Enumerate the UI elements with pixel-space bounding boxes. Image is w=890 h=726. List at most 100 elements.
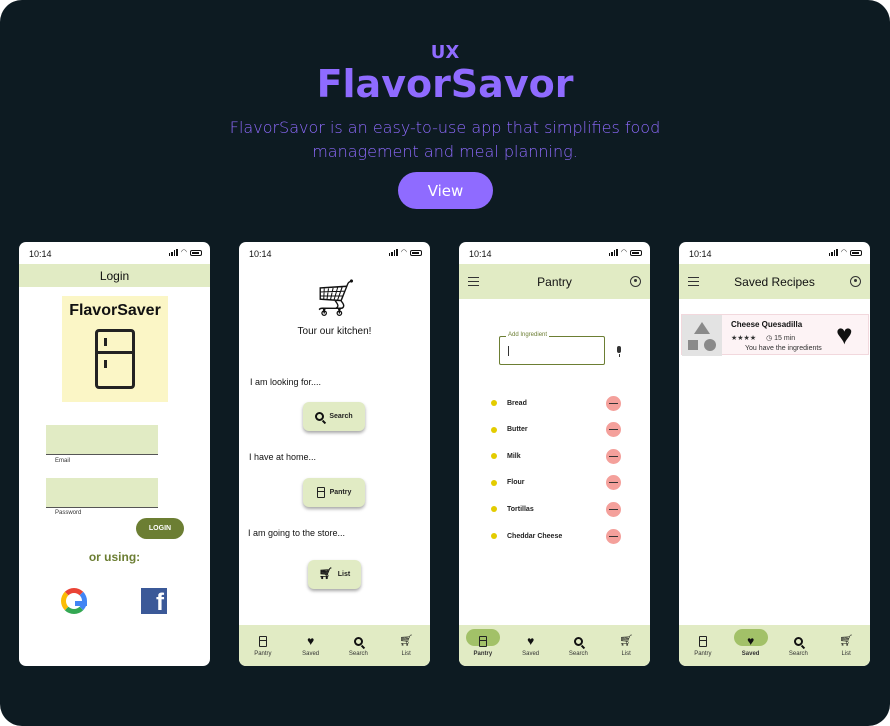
ingredient-row: Butter [491, 422, 621, 438]
facebook-icon[interactable]: f [141, 588, 167, 614]
search-icon [793, 636, 803, 646]
nav-list[interactable]: 🛒︎ List [382, 625, 430, 666]
remove-ingredient-button[interactable] [606, 395, 621, 411]
nav-pantry[interactable]: Pantry [239, 625, 287, 666]
search-button-label: Search [329, 413, 353, 420]
pantry-button-label: Pantry [329, 489, 352, 496]
status-icons: ◠ [168, 249, 202, 256]
pantry-header: Pantry [459, 264, 650, 299]
phone-tour-screen: 10:14 ◠ 🛒︎ Tour our kitchen! I am lookin… [239, 242, 430, 666]
nav-search[interactable]: Search [555, 625, 603, 666]
screen-title: Saved Recipes [734, 274, 815, 289]
account-icon[interactable] [850, 276, 861, 287]
wifi-icon: ◠ [400, 249, 407, 256]
menu-icon[interactable] [468, 277, 479, 286]
nav-pantry[interactable]: Pantry [459, 625, 507, 666]
nav-saved[interactable]: ♥ Saved [507, 625, 555, 666]
nav-pantry[interactable]: Pantry [679, 625, 727, 666]
status-icons: ◠ [828, 249, 862, 256]
battery-icon [190, 249, 202, 256]
remove-ingredient-button[interactable] [606, 501, 621, 517]
cart-icon: 🛒︎ [399, 634, 414, 647]
signal-icon [608, 249, 618, 256]
nav-label: Saved [741, 651, 760, 657]
nav-search[interactable]: Search [775, 625, 823, 666]
remove-ingredient-button[interactable] [606, 475, 621, 491]
heart-icon: ♥ [307, 634, 315, 648]
ingredient-name: Flour [507, 479, 525, 487]
status-time: 10:14 [689, 249, 712, 259]
description-line: FlavorSavor is an easy-to-use app that s… [229, 118, 661, 137]
ingredient-row: Flour [491, 475, 621, 491]
logo-text: FlavorSaver [69, 302, 161, 319]
wifi-icon: ◠ [620, 249, 627, 256]
phone-pantry-screen: 10:14 ◠ Pantry Add Ingredient Bread Butte… [459, 242, 650, 666]
nav-list[interactable]: 🛒︎ List [602, 625, 650, 666]
bottom-nav: Pantry ♥ Saved Search 🛒︎ List [679, 625, 870, 666]
password-field[interactable] [46, 478, 158, 508]
nav-label: Pantry [694, 651, 712, 657]
ingredient-name: Tortillas [507, 505, 534, 513]
fridge-icon [698, 635, 707, 647]
app-logo: FlavorSaver [62, 296, 168, 402]
nav-saved[interactable]: ♥ Saved [727, 625, 775, 666]
nav-search[interactable]: Search [335, 625, 383, 666]
nav-label: List [841, 651, 851, 657]
add-ingredient-label: Add Ingredient [506, 332, 550, 338]
heart-icon: ♥ [747, 634, 755, 648]
view-button[interactable]: View [398, 172, 493, 209]
remove-ingredient-button[interactable] [606, 422, 621, 438]
remove-ingredient-button[interactable] [606, 528, 621, 544]
bullet-dot [491, 533, 497, 539]
wifi-icon: ◠ [180, 249, 187, 256]
status-icons: ◠ [388, 249, 422, 256]
login-button[interactable]: LOGIN [136, 518, 184, 539]
screen-title: Pantry [537, 274, 572, 289]
add-ingredient-input[interactable]: Add Ingredient [499, 332, 605, 365]
search-icon [573, 636, 583, 646]
fridge-icon [258, 635, 267, 647]
description-line: management and meal planning. [312, 142, 578, 161]
email-field[interactable] [46, 425, 158, 455]
battery-icon [850, 249, 862, 256]
square-shape [688, 340, 698, 350]
status-icons: ◠ [608, 249, 642, 256]
ingredient-name: Cheddar Cheese [507, 532, 563, 540]
battery-icon [410, 249, 422, 256]
remove-ingredient-button[interactable] [606, 448, 621, 464]
search-icon [315, 412, 325, 421]
login-header: Login [19, 264, 210, 287]
wifi-icon: ◠ [840, 249, 847, 256]
nav-label: Search [788, 651, 808, 657]
recipe-card[interactable]: Cheese Quesadilla ★★★★ ◷ 15 min You have… [681, 314, 869, 356]
account-icon[interactable] [630, 276, 641, 287]
nav-list[interactable]: 🛒︎ List [822, 625, 870, 666]
pantry-button[interactable]: Pantry [303, 478, 365, 507]
project-description: FlavorSavor is an easy-to-use app that s… [0, 116, 890, 164]
case-study-card: UX FlavorSavor FlavorSavor is an easy-to… [0, 0, 890, 726]
fridge-icon [478, 635, 487, 647]
microphone-icon[interactable] [617, 346, 621, 357]
favorite-heart-icon[interactable]: ♥ [836, 318, 853, 352]
ingredient-row: Milk [491, 448, 621, 464]
status-time: 10:14 [249, 249, 272, 259]
circle-shape [704, 339, 716, 351]
cart-icon: 🛒︎ [318, 568, 333, 580]
bullet-dot [491, 479, 497, 486]
ingredient-row: Cheddar Cheese [491, 528, 621, 544]
text-caret [508, 346, 509, 356]
status-bar: 10:14 ◠ [679, 242, 870, 264]
search-button[interactable]: Search [303, 402, 365, 431]
going-to-store-label: I am going to the store... [248, 528, 346, 538]
password-label: Password [55, 510, 82, 516]
fridge-icon [316, 487, 325, 498]
list-button[interactable]: 🛒︎ List [308, 560, 361, 589]
email-label: Email [55, 458, 71, 464]
google-icon[interactable] [61, 588, 87, 614]
battery-icon [630, 249, 642, 256]
search-icon [353, 636, 363, 646]
menu-icon[interactable] [688, 277, 699, 286]
signal-icon [828, 249, 838, 256]
nav-label: Pantry [254, 651, 272, 657]
nav-saved[interactable]: ♥ Saved [287, 625, 335, 666]
